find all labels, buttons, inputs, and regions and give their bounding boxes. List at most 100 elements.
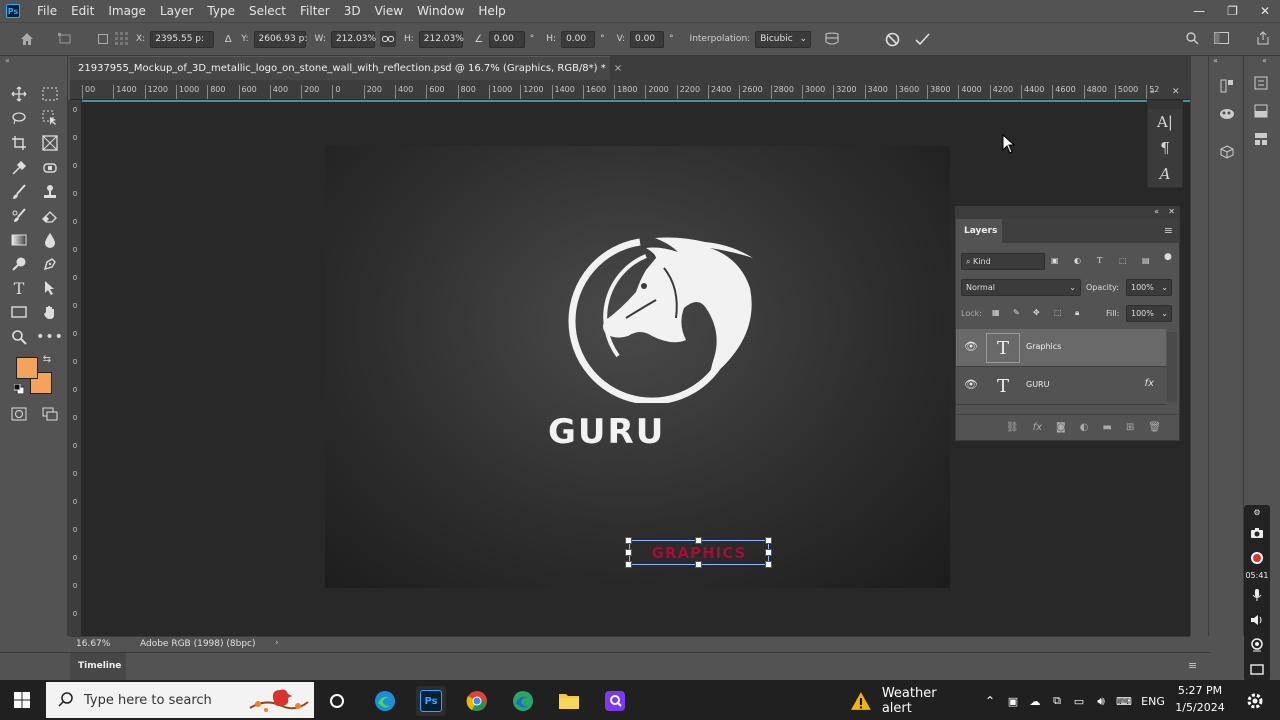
lock-all-icon[interactable]: 🔒︎ bbox=[1075, 308, 1079, 318]
lock-artboard-icon[interactable]: ⬚ bbox=[1054, 308, 1062, 317]
width-field[interactable]: 212.03% bbox=[330, 30, 376, 48]
filter-smart-object-icon[interactable]: ▤ bbox=[1142, 256, 1150, 265]
collapse-dock-icon[interactable]: « bbox=[1213, 56, 1218, 65]
video-editor-icon[interactable] bbox=[600, 686, 630, 716]
camera-icon[interactable] bbox=[1247, 523, 1267, 543]
transform-handle-top-left[interactable] bbox=[625, 537, 632, 544]
expand-panels-icon[interactable]: » bbox=[1150, 87, 1155, 96]
screen-icon[interactable] bbox=[1247, 660, 1267, 680]
new-adjustment-icon[interactable]: ◐ bbox=[1080, 422, 1089, 433]
restore-button[interactable]: ❐ bbox=[1227, 4, 1238, 18]
menu-layer[interactable]: Layer bbox=[153, 0, 200, 22]
brush-tool-icon[interactable] bbox=[8, 181, 30, 203]
status-menu-arrow-icon[interactable]: › bbox=[275, 638, 279, 648]
transform-handle-right[interactable] bbox=[765, 549, 772, 556]
language-indicator[interactable]: ENG bbox=[1138, 686, 1168, 716]
opacity-field[interactable]: 100% ⌄ bbox=[1126, 279, 1172, 296]
history-brush-tool-icon[interactable] bbox=[8, 205, 30, 227]
minimize-button[interactable]: — bbox=[1193, 4, 1205, 18]
dodge-tool-icon[interactable] bbox=[8, 253, 30, 275]
adjustments-icon[interactable] bbox=[1254, 104, 1268, 121]
hand-tool-icon[interactable] bbox=[39, 301, 61, 323]
commit-transform-icon[interactable] bbox=[912, 32, 932, 46]
microphone-icon[interactable] bbox=[1247, 585, 1267, 605]
zoom-tool-icon[interactable] bbox=[8, 326, 30, 348]
filter-pixel-icon[interactable]: ▣ bbox=[1051, 256, 1059, 265]
link-icon[interactable] bbox=[379, 31, 396, 47]
3d-materials-icon[interactable] bbox=[1217, 104, 1237, 124]
menu-filter[interactable]: Filter bbox=[293, 0, 337, 22]
transform-handle-bottom-right[interactable] bbox=[765, 561, 772, 568]
taskbar-clock[interactable]: 5:27 PM 1/5/2024 bbox=[1175, 682, 1225, 716]
x-position-field[interactable]: 2395.55 p: bbox=[150, 30, 215, 48]
file-explorer-icon[interactable] bbox=[554, 686, 584, 716]
battery-icon[interactable]: ▭ bbox=[1070, 686, 1088, 716]
weather-alert-widget[interactable]: Weather alert bbox=[850, 686, 970, 716]
tab-timeline[interactable]: Timeline bbox=[70, 653, 126, 681]
edge-browser-icon[interactable] bbox=[370, 686, 400, 716]
menu-view[interactable]: View bbox=[368, 0, 410, 22]
menu-window[interactable]: Window bbox=[410, 0, 471, 22]
menu-file[interactable]: File bbox=[30, 0, 64, 22]
document-tab[interactable]: 21937955_Mockup_of_3D_metallic_logo_on_s… bbox=[70, 56, 622, 80]
rotate-angle-field[interactable]: 0.00 bbox=[488, 30, 525, 48]
cancel-transform-icon[interactable] bbox=[882, 32, 902, 47]
menu-edit[interactable]: Edit bbox=[64, 0, 101, 22]
spot-healing-tool-icon[interactable] bbox=[39, 157, 61, 179]
properties-icon[interactable] bbox=[1254, 76, 1268, 93]
add-mask-icon[interactable]: ◙ bbox=[1056, 422, 1066, 433]
link-layers-icon[interactable]: ⛓︎ bbox=[1006, 422, 1019, 433]
workspace-icon[interactable] bbox=[1212, 32, 1230, 44]
y-position-field[interactable]: 2606.93 p: bbox=[253, 30, 307, 48]
blur-tool-icon[interactable] bbox=[39, 229, 61, 251]
photoshop-taskbar-icon[interactable]: Ps bbox=[416, 686, 446, 716]
task-view-icon[interactable] bbox=[322, 686, 352, 716]
transform-handle-top[interactable] bbox=[695, 537, 702, 544]
visibility-eye-icon[interactable]: 👁︎ bbox=[964, 340, 978, 353]
volume-icon[interactable]: 🔊︎ bbox=[1092, 686, 1110, 716]
gradient-tool-icon[interactable] bbox=[8, 229, 30, 251]
quick-mask-icon[interactable] bbox=[8, 403, 30, 425]
character-icon[interactable]: A| bbox=[1148, 109, 1182, 135]
eyedropper-tool-icon[interactable] bbox=[8, 157, 30, 179]
pen-tool-icon[interactable] bbox=[39, 253, 61, 275]
blend-mode-select[interactable]: Normal ⌄ bbox=[961, 279, 1081, 296]
recorder-settings-icon[interactable]: ⚙︎ bbox=[1247, 505, 1267, 519]
timeline-menu-icon[interactable]: ≡ bbox=[1188, 659, 1197, 672]
close-document-icon[interactable]: × bbox=[614, 63, 622, 74]
lasso-tool-icon[interactable] bbox=[8, 107, 30, 129]
network-icon[interactable]: ⌨︎ bbox=[1114, 686, 1134, 716]
warp-icon[interactable] bbox=[822, 32, 842, 46]
collapse-layers-icon[interactable]: « bbox=[1154, 207, 1159, 216]
transform-handle-bottom[interactable] bbox=[695, 561, 702, 568]
windows-start-icon[interactable] bbox=[0, 680, 44, 720]
filter-type-icon[interactable]: T bbox=[1097, 256, 1102, 265]
interpolation-select[interactable]: Bicubic ⌄ bbox=[755, 30, 812, 48]
type-tool-icon[interactable]: T bbox=[8, 277, 30, 299]
lock-position-icon[interactable]: ✥ bbox=[1033, 308, 1040, 317]
collapse-far-dock-icon[interactable]: « bbox=[1262, 56, 1267, 65]
default-colors-icon[interactable] bbox=[12, 382, 26, 396]
settings-gear-icon[interactable] bbox=[1242, 686, 1268, 716]
show-hidden-icons-icon[interactable]: ⌃ bbox=[980, 686, 1000, 716]
layer-comps-icon[interactable] bbox=[1254, 132, 1268, 149]
move-tool-icon[interactable] bbox=[8, 83, 30, 105]
crop-tool-icon[interactable] bbox=[8, 132, 30, 154]
search-icon[interactable] bbox=[1184, 32, 1200, 45]
share-icon[interactable] bbox=[1254, 31, 1272, 45]
filter-kind-select[interactable]: ⌕ Kind bbox=[961, 253, 1045, 270]
3d-object-icon[interactable] bbox=[1217, 142, 1237, 162]
tray-app-icon-2[interactable]: ⧉ bbox=[1048, 686, 1066, 716]
vertical-skew-field[interactable]: 0.00 bbox=[630, 30, 665, 48]
screen-mode-icon[interactable] bbox=[39, 403, 61, 425]
foreground-color-swatch[interactable] bbox=[16, 357, 38, 379]
new-layer-icon[interactable]: ⊞ bbox=[1126, 422, 1134, 433]
layer-effects-icon[interactable]: fx bbox=[1145, 378, 1154, 389]
transform-handle-left[interactable] bbox=[625, 549, 632, 556]
layers-scrollbar[interactable] bbox=[1167, 332, 1177, 402]
swap-colors-icon[interactable]: ⇆ bbox=[40, 352, 54, 366]
lock-transparent-icon[interactable]: ▦ bbox=[992, 308, 1000, 317]
menu-help[interactable]: Help bbox=[471, 0, 512, 22]
filter-toggle-icon[interactable]: ● bbox=[1164, 252, 1172, 262]
zoom-level[interactable]: 16.67% bbox=[76, 639, 110, 649]
